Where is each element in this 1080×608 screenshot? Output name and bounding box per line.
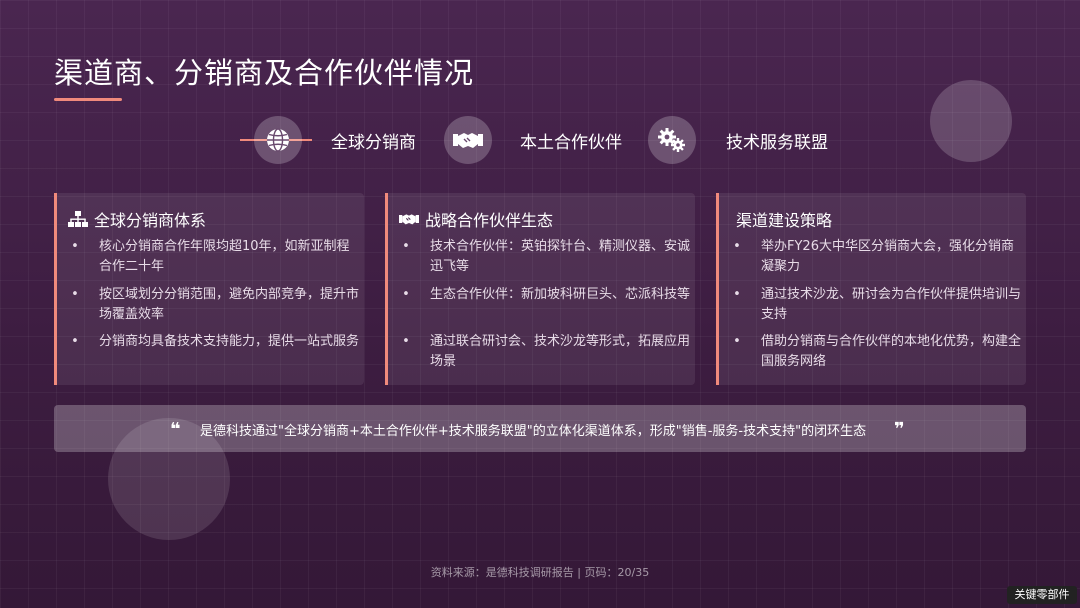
card-channel-strategy: 渠道建设策略 • 举办FY26大中华区分销商大会，强化分销商凝聚力 • 通过技术沙龙… — [716, 193, 1026, 385]
card-global-distributor-system: 全球分销商体系 • 核心分销商合作年限均超10年，如新亚制程合作二十年 • 按区域划… — [54, 193, 364, 385]
gears-icon — [648, 116, 696, 164]
handshake-icon — [444, 116, 492, 164]
card-accent-bar — [385, 193, 388, 385]
list-item: • 核心分销商合作年限均超10年，如新亚制程合作二十年 — [71, 239, 350, 274]
handshake-icon — [399, 211, 419, 227]
decorative-circle — [930, 80, 1012, 162]
card-title: 战略合作伙伴生态 — [425, 211, 554, 230]
card-title: 全球分销商体系 — [94, 211, 207, 230]
summary-quote-box: ❝ 是德科技通过"全球分销商+本土合作伙伴+技术服务联盟"的立体化渠道体系，形成… — [54, 405, 1026, 452]
list-item: • 生态合作伙伴：新加坡科研巨头、芯派科技等 — [402, 287, 691, 302]
card-accent-bar — [54, 193, 57, 385]
open-quote-icon: ❝ — [170, 419, 181, 440]
card-accent-bar — [716, 193, 719, 385]
globe-icon — [254, 116, 302, 164]
list-item: • 按区域划分分销范围，避免内部竞争，提升市场覆盖效率 — [71, 287, 360, 322]
title-underline — [54, 98, 122, 101]
summary-quote-text: 是德科技通过"全球分销商+本土合作伙伴+技术服务联盟"的立体化渠道体系，形成"销… — [200, 424, 867, 439]
list-item: • 技术合作伙伴：英铂探针台、精测仪器、安诚迅飞等 — [402, 239, 691, 274]
list-item: • 通过技术沙龙、研讨会为合作伙伴提供培训与支持 — [733, 287, 1022, 322]
card-title-row: 渠道建设策略 — [736, 207, 832, 231]
category-label-local-partners: 本土合作伙伴 — [520, 133, 622, 153]
list-item: • 举办FY26大中华区分销商大会，强化分销商凝聚力 — [733, 239, 1014, 274]
list-item: • 分销商均具备技术支持能力，提供一站式服务 — [71, 334, 360, 349]
list-item: • 通过联合研讨会、技术沙龙等形式，拓展应用场景 — [402, 334, 691, 369]
page-title: 渠道商、分销商及合作伙伴情况 — [54, 56, 475, 90]
corner-badge: 关键零部件 — [1007, 586, 1077, 604]
footer-source: 资料来源：是德科技调研报告 | 页码：20/35 — [430, 566, 650, 579]
category-label-global-distributors: 全球分销商 — [331, 133, 416, 153]
sitemap-icon — [68, 211, 88, 227]
card-strategic-partner-ecosystem: 战略合作伙伴生态 • 技术合作伙伴：英铂探针台、精测仪器、安诚迅飞等 • 生态合作伙… — [385, 193, 695, 385]
card-title-row: 战略合作伙伴生态 — [399, 207, 553, 231]
card-title-row: 全球分销商体系 — [68, 207, 206, 231]
list-item: • 借助分销商与合作伙伴的本地化优势，构建全国服务网络 — [733, 334, 1022, 369]
close-quote-icon: ❞ — [894, 419, 905, 440]
card-title: 渠道建设策略 — [736, 211, 833, 230]
category-label-tech-alliance: 技术服务联盟 — [726, 133, 828, 153]
